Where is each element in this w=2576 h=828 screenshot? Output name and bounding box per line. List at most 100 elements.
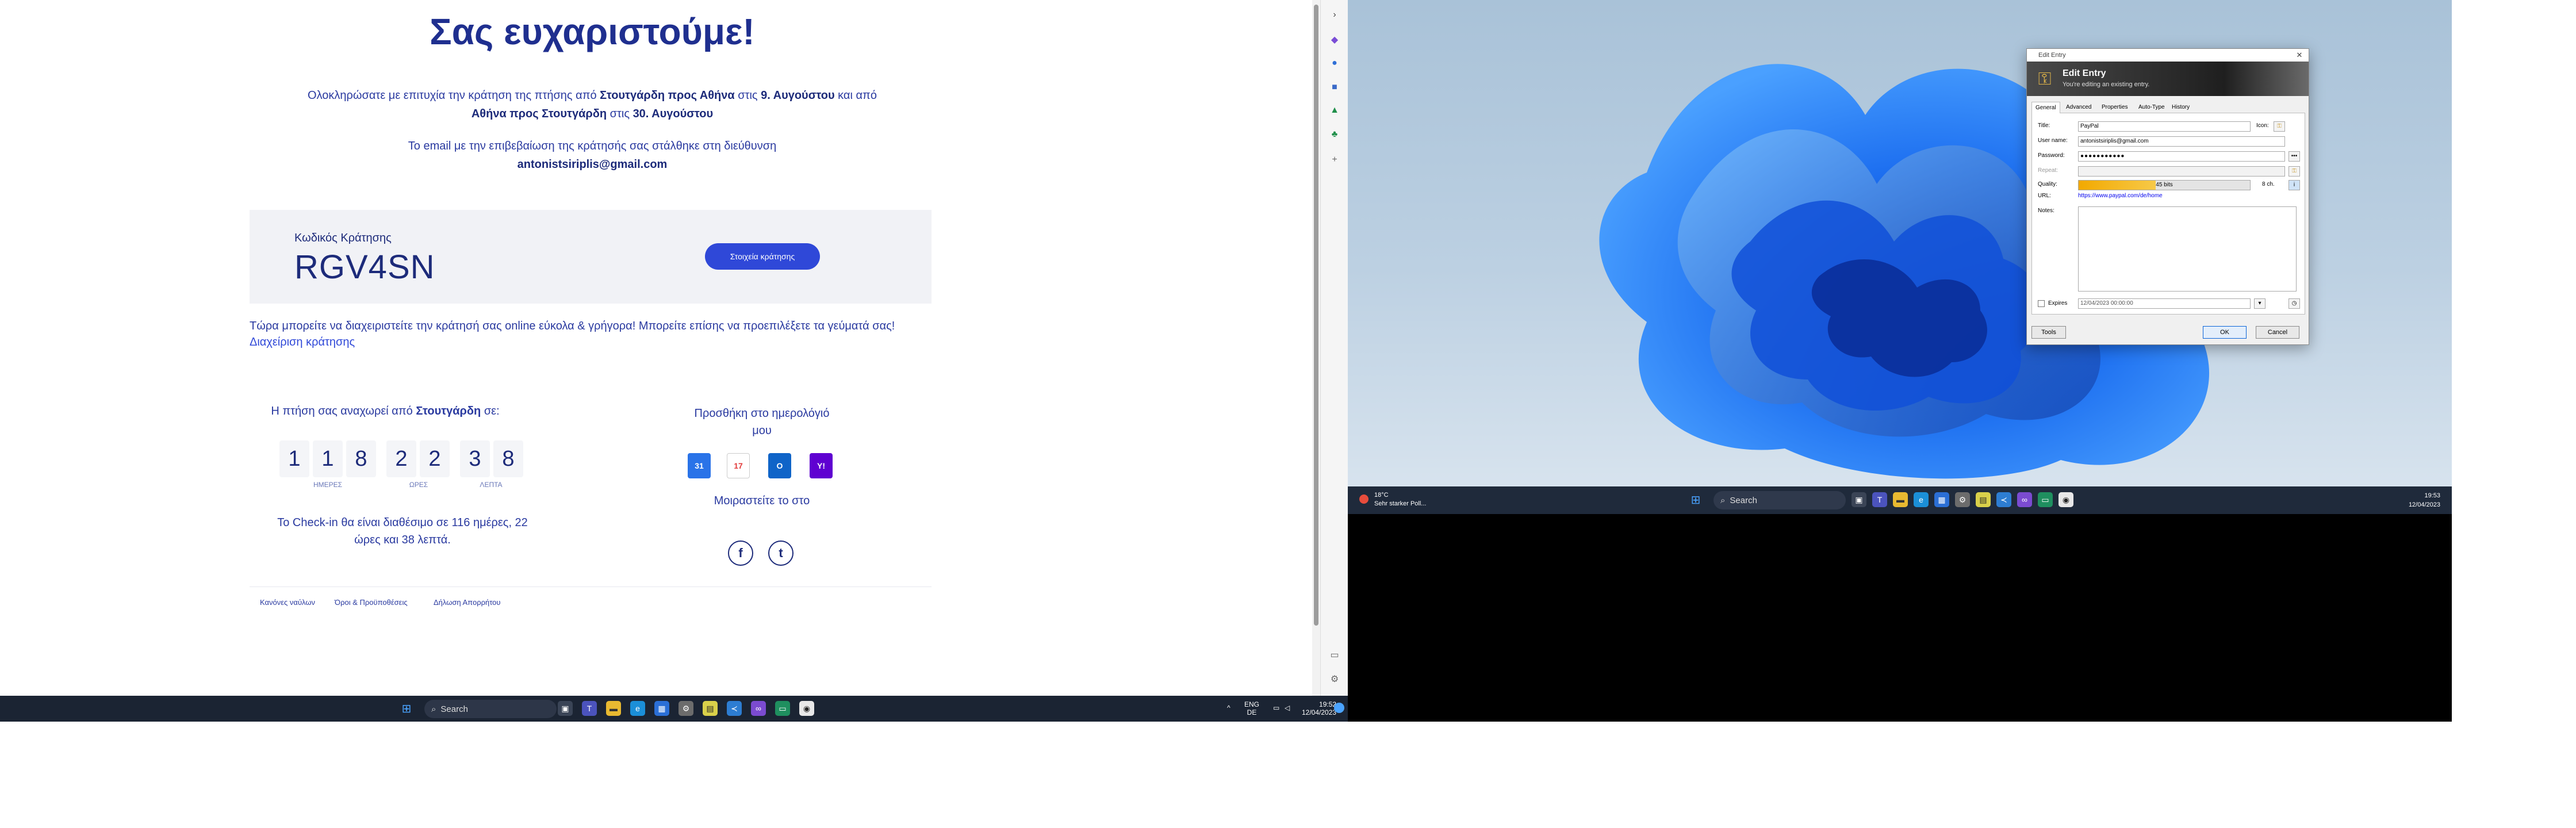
terminal-icon[interactable]: ▭ xyxy=(775,701,790,716)
repeat-password-field[interactable] xyxy=(2078,166,2285,177)
language-indicator[interactable]: ENG DE xyxy=(1244,700,1259,716)
screenshot: Σας ευχαριστούμε! Ολοκληρώσατε με επιτυχ… xyxy=(0,0,2576,828)
vscode-icon[interactable]: ≺ xyxy=(727,701,742,716)
url-link[interactable]: https://www.paypal.com/de/home xyxy=(2078,193,2163,199)
vscode-icon[interactable]: ≺ xyxy=(1996,492,2011,507)
calendar-dropdown-icon[interactable]: ▾ xyxy=(2254,298,2266,309)
settings-icon[interactable]: ⚙ xyxy=(678,701,693,716)
task-view-icon[interactable]: ▣ xyxy=(558,701,573,716)
show-password-button[interactable]: ••• xyxy=(2288,151,2300,162)
twitter-share-icon[interactable]: t xyxy=(768,540,793,566)
tab-properties[interactable]: Properties xyxy=(2098,102,2132,113)
store-icon[interactable]: ▦ xyxy=(1934,492,1949,507)
tab-auto-type[interactable]: Auto-Type xyxy=(2135,102,2168,113)
checkin-availability: Το Check-in θα είναι διαθέσιμο σε 116 ημ… xyxy=(277,516,528,546)
scrollbar-thumb[interactable] xyxy=(1314,5,1318,626)
teams-icon[interactable]: T xyxy=(1872,492,1887,507)
yahoo-calendar-icon[interactable]: Y! xyxy=(810,453,833,478)
browser-sidebar: › ◆ ● ■ ▲ ♣ + ▭ ⚙ xyxy=(1320,0,1348,696)
username-label: User name: xyxy=(2038,137,2068,144)
footer-link-terms[interactable]: Όροι & Προϋποθέσεις xyxy=(335,598,408,607)
add-icon[interactable]: + xyxy=(1329,154,1340,166)
google-calendar-icon[interactable]: 31 xyxy=(688,453,711,478)
visual-studio-icon[interactable]: ∞ xyxy=(2017,492,2032,507)
outlook-calendar-icon[interactable]: O xyxy=(768,453,791,478)
chevron-up-icon[interactable]: ^ xyxy=(1227,704,1230,712)
notes-textarea[interactable] xyxy=(2078,206,2297,292)
expires-datetime[interactable]: 12/04/2023 00:00:00 xyxy=(2078,298,2251,309)
edge-browser-icon[interactable]: e xyxy=(630,701,645,716)
tools-icon[interactable]: ▲ xyxy=(1329,105,1340,116)
close-icon[interactable]: ✕ xyxy=(2294,49,2305,62)
notification-icon[interactable] xyxy=(1334,703,1344,713)
tab-advanced[interactable]: Advanced xyxy=(2063,102,2095,113)
file-explorer-icon[interactable]: ▬ xyxy=(606,701,621,716)
password-generator-icon[interactable]: ⚿ xyxy=(2288,166,2300,177)
share-title: Μοιραστείτε το στο xyxy=(714,494,810,507)
footer-link-fare-rules[interactable]: Κανόνες ναύλων xyxy=(260,598,315,607)
title-field[interactable]: PayPal xyxy=(2078,121,2251,132)
tab-history[interactable]: History xyxy=(2168,102,2193,113)
windows-start-icon[interactable]: ⊞ xyxy=(399,701,414,716)
shopping-icon[interactable]: ■ xyxy=(1329,82,1340,93)
countdown-digit: 1 xyxy=(279,440,309,477)
taskbar-search[interactable]: ⌕ Search xyxy=(1713,491,1846,509)
entry-icon-button[interactable]: ⚿ xyxy=(2274,121,2285,132)
search-icon[interactable]: ● xyxy=(1329,57,1340,69)
expiry-presets-icon[interactable]: ◷ xyxy=(2288,298,2300,309)
app-icon[interactable]: ▤ xyxy=(1976,492,1991,507)
store-icon[interactable]: ▦ xyxy=(654,701,669,716)
icon-label: Icon: xyxy=(2256,122,2269,129)
settings-gear-icon[interactable]: ⚙ xyxy=(1329,674,1340,685)
summary-text: και από xyxy=(834,89,877,102)
tools-button[interactable]: Tools xyxy=(2031,326,2066,339)
apple-calendar-icon[interactable]: 17 xyxy=(727,453,750,478)
settings-icon[interactable]: ⚙ xyxy=(1955,492,1970,507)
password-field[interactable]: ●●●●●●●●●●● xyxy=(2078,151,2285,162)
tab-general[interactable]: General xyxy=(2031,102,2060,113)
keepass-icon[interactable]: ◉ xyxy=(2058,492,2073,507)
dialog-titlebar[interactable]: Edit Entry ✕ xyxy=(2027,49,2309,62)
facebook-share-icon[interactable]: f xyxy=(728,540,753,566)
chevron-icon[interactable]: › xyxy=(1329,9,1340,21)
cancel-button[interactable]: Cancel xyxy=(2256,326,2299,339)
booking-details-button[interactable]: Στοιχεία κράτησης xyxy=(705,243,820,270)
taskbar-search[interactable]: ⌕ Search xyxy=(424,700,557,718)
general-tab-panel: Title: PayPal Icon: ⚿ User name: antonis… xyxy=(2031,113,2305,315)
terminal-icon[interactable]: ▭ xyxy=(2038,492,2053,507)
add-to-calendar-title: Προσθήκη στο ημερολόγιό μου xyxy=(694,407,830,437)
email-notice: Το email με την επιβεβαίωση της κράτησής… xyxy=(241,137,943,174)
countdown-timer: 1 1 8 2 2 3 8 ΗΜΕΡΕΣ ΩΡΕΣ ΛΕΠΤΑ xyxy=(279,440,527,492)
task-view-icon[interactable]: ▣ xyxy=(1851,492,1866,507)
manage-booking-link[interactable]: Διαχείριση κράτησης xyxy=(250,336,355,349)
search-icon: ⌕ xyxy=(431,704,436,714)
ok-button[interactable]: OK xyxy=(2203,326,2247,339)
return-date: 30. Αυγούστου xyxy=(632,108,714,120)
password-label: Password: xyxy=(2038,152,2065,159)
page-scrollbar[interactable] xyxy=(1312,0,1320,696)
games-icon[interactable]: ♣ xyxy=(1329,129,1340,140)
dialog-window-title: Edit Entry xyxy=(2038,52,2066,59)
taskbar-clock[interactable]: 19:52 12/04/2023 xyxy=(1302,700,1336,716)
notes-label: Notes: xyxy=(2038,208,2054,214)
booking-code-label: Κωδικός Κράτησης xyxy=(294,232,392,244)
file-explorer-icon[interactable]: ▬ xyxy=(1893,492,1908,507)
volume-icon[interactable]: ◁ xyxy=(1285,704,1290,712)
weather-desc: Sehr starker Poll... xyxy=(1374,500,1427,507)
keepass-icon[interactable]: ◉ xyxy=(799,701,814,716)
visual-studio-icon[interactable]: ∞ xyxy=(751,701,766,716)
edit-entry-dialog: Edit Entry ✕ ⚿ Edit Entry You're editing… xyxy=(2026,48,2309,345)
network-icon[interactable]: ▭ xyxy=(1273,704,1279,712)
teams-icon[interactable]: T xyxy=(582,701,597,716)
taskbar-clock[interactable]: 19:53 12/04/2023 xyxy=(2409,491,2440,509)
edge-browser-icon[interactable]: e xyxy=(1914,492,1929,507)
quality-info-icon[interactable]: i xyxy=(2288,180,2300,190)
footer-link-privacy[interactable]: Δήλωση Απορρήτου xyxy=(434,598,501,607)
app-icon[interactable]: ▤ xyxy=(703,701,718,716)
key-icon: ⚿ xyxy=(2038,70,2052,89)
windows-start-icon[interactable]: ⊞ xyxy=(1688,492,1703,507)
panel-icon[interactable]: ▭ xyxy=(1329,650,1340,661)
copilot-icon[interactable]: ◆ xyxy=(1329,34,1340,46)
expires-checkbox[interactable] xyxy=(2038,300,2045,307)
username-field[interactable]: antonistsiriplis@gmail.com xyxy=(2078,136,2285,147)
